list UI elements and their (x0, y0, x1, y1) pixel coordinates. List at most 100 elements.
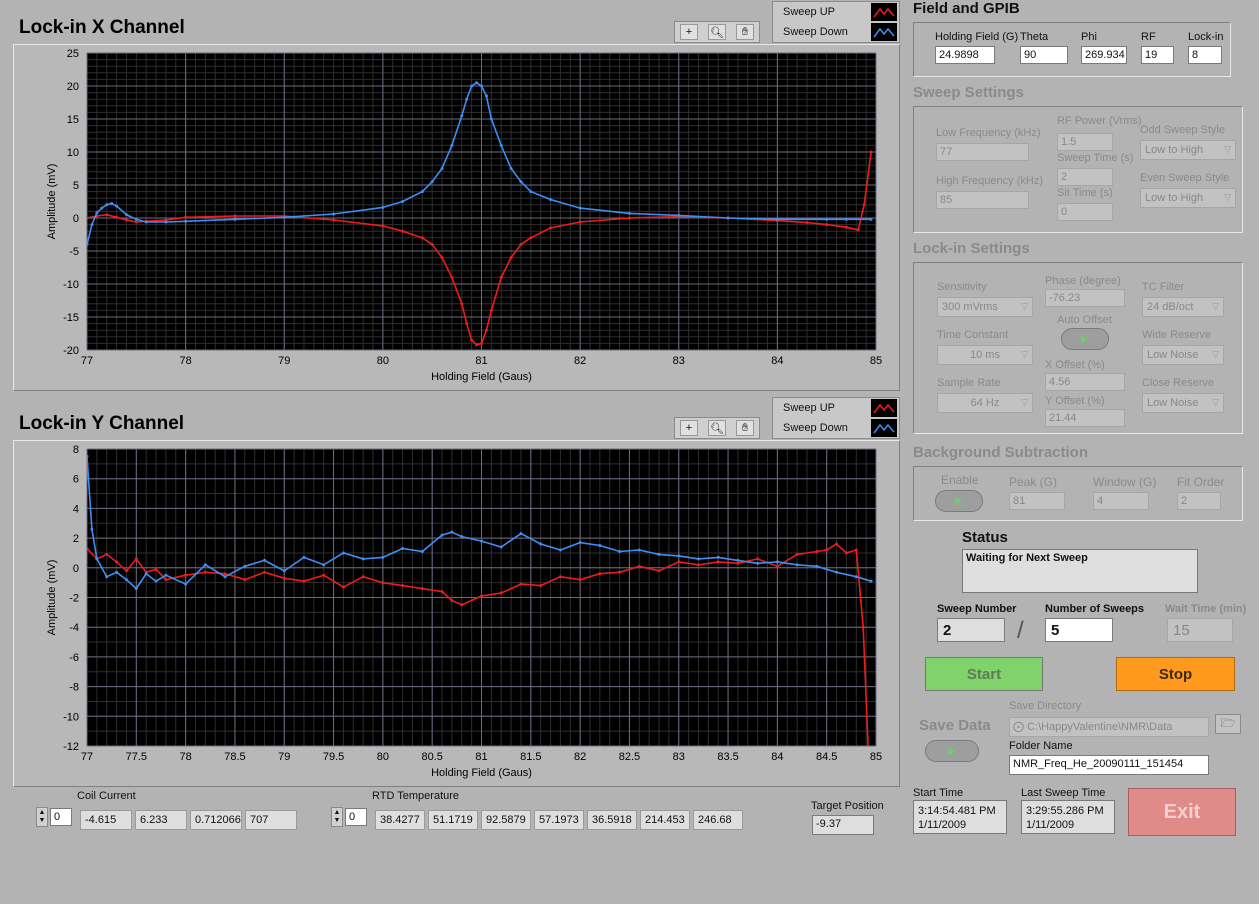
peak-label: Peak (G) (1009, 475, 1058, 489)
coil-index-value[interactable]: 0 (50, 808, 72, 826)
series-point (716, 560, 720, 564)
rtd-index[interactable]: ▲ ▼ 0 (331, 807, 367, 827)
window-input[interactable]: 4 (1093, 492, 1149, 510)
series-point (519, 532, 523, 536)
x-tick-label: 81.5 (520, 751, 541, 763)
start-button[interactable]: Start (925, 657, 1043, 691)
wait-time-input[interactable]: 15 (1167, 618, 1233, 642)
dropdown-arrow-icon: ▽ (1212, 349, 1219, 359)
wide-reserve-value: Low Noise (1147, 349, 1199, 361)
time-constant-select[interactable]: 10 ms ▽ (937, 345, 1033, 365)
series-point (696, 557, 700, 561)
wide-reserve-select[interactable]: Low Noise ▽ (1142, 345, 1224, 365)
crosshair-icon[interactable]: + (680, 24, 698, 40)
sweep-separator: / (1017, 617, 1024, 644)
series-point (598, 544, 602, 548)
sweep-time-input[interactable]: 2 (1057, 168, 1113, 186)
save-data-button[interactable]: ▶ (925, 740, 979, 762)
series-point (558, 575, 562, 579)
spin-arrows-icon[interactable]: ▲ ▼ (331, 807, 343, 827)
series-point (100, 206, 104, 210)
series-point (381, 581, 385, 585)
dropdown-arrow-icon: ▽ (1021, 349, 1028, 359)
save-directory-input[interactable]: ⨀ C:\HappyValentine\NMR\Data (1009, 717, 1209, 737)
series-point (420, 549, 424, 553)
exit-button[interactable]: Exit (1128, 788, 1236, 836)
series-point (825, 217, 829, 221)
zoom-icon[interactable]: 🔍︎ (708, 420, 726, 436)
series-point (677, 554, 681, 558)
series-point (795, 552, 799, 556)
series-point (124, 218, 128, 222)
coil-value: 0.712066 (190, 810, 242, 830)
series-point (203, 570, 207, 574)
even-sweep-style-select[interactable]: Low to High ▽ (1140, 188, 1236, 208)
auto-offset-button[interactable]: ▶ (1061, 328, 1109, 350)
y-tick-label: -20 (63, 345, 79, 357)
x-tick-label: 84 (771, 355, 783, 367)
y-offset-input[interactable]: 21.44 (1045, 409, 1125, 427)
series-point (184, 219, 188, 223)
rtd-value: 51.1719 (428, 810, 478, 830)
zoom-icon[interactable]: 🔍︎ (708, 24, 726, 40)
graph-x-chart[interactable]: 77 78 79 80 81 82 83 84 85 25 20 15 10 5 0 -5 -10 -15 -20 H… (14, 45, 901, 392)
coil-index[interactable]: ▲ ▼ 0 (36, 807, 72, 827)
series-point (134, 217, 138, 221)
x-tick-label: 83 (673, 355, 685, 367)
folder-name-input[interactable]: NMR_Freq_He_20090111_151454 (1009, 755, 1209, 775)
high-frequency-input[interactable]: 85 (936, 191, 1029, 209)
close-reserve-label: Close Reserve (1142, 377, 1215, 389)
dropdown-arrow-icon: ▽ (1212, 397, 1219, 407)
series-point (332, 218, 336, 222)
y-offset-label: Y Offset (%) (1045, 395, 1105, 407)
x-offset-label: X Offset (%) (1045, 359, 1105, 371)
series-point (203, 563, 207, 567)
y-tick-label: -10 (63, 711, 79, 723)
peak-input[interactable]: 81 (1009, 492, 1065, 510)
spin-arrows-icon[interactable]: ▲ ▼ (36, 807, 48, 827)
x-tick-label: 85 (870, 751, 882, 763)
x-tick-label: 82 (574, 355, 586, 367)
series-point (134, 220, 138, 224)
hand-icon[interactable]: ✋︎ (736, 420, 754, 436)
y-tick-label: -10 (63, 279, 79, 291)
series-point (440, 590, 444, 594)
enable-button[interactable]: ▶ (935, 490, 983, 512)
low-frequency-input[interactable]: 77 (936, 143, 1029, 161)
number-of-sweeps-input[interactable]: 5 (1045, 618, 1113, 642)
tc-filter-select[interactable]: 24 dB/oct ▽ (1142, 297, 1224, 317)
series-point (110, 201, 114, 205)
sensitivity-select[interactable]: 300 mVrms ▽ (937, 297, 1033, 317)
hand-icon[interactable]: ✋︎ (736, 24, 754, 40)
series-point (430, 242, 434, 246)
crosshair-icon[interactable]: + (680, 420, 698, 436)
fit-order-input[interactable]: 2 (1177, 492, 1221, 510)
x-tick-label: 83.5 (717, 751, 738, 763)
close-reserve-select[interactable]: Low Noise ▽ (1142, 393, 1224, 413)
rtd-index-value[interactable]: 0 (345, 808, 367, 826)
y-tick-label: 2 (73, 533, 79, 545)
stop-button[interactable]: Stop (1116, 657, 1235, 691)
graph-x-palette[interactable]: + 🔍︎ ✋︎ (674, 21, 760, 43)
rf-power-input[interactable]: 1.5 (1057, 133, 1113, 151)
series-point (549, 226, 553, 230)
sit-time-input[interactable]: 0 (1057, 203, 1113, 221)
series-point (184, 582, 188, 586)
number-of-sweeps-label: Number of Sweeps (1045, 603, 1145, 615)
series-point (450, 143, 454, 147)
low-frequency-label: Low Frequency (kHz) (936, 127, 1041, 139)
folder-browse-icon[interactable]: 🗁︎ (1215, 714, 1241, 734)
series-point (332, 212, 336, 216)
graph-y-legend: Sweep UP Sweep Down (772, 397, 900, 439)
series-point (696, 563, 700, 567)
graph-y-chart[interactable]: 77 77.5 78 78.5 79 79.5 80 80.5 81 81.5 82 82.5 83 83… (14, 441, 901, 788)
sample-rate-select[interactable]: 64 Hz ▽ (937, 393, 1033, 413)
phase-input[interactable]: -76.23 (1045, 289, 1125, 307)
series-point (144, 220, 148, 224)
last-sweep-time-clock: 3:29:55.286 PM (1026, 805, 1104, 817)
series-point (450, 275, 454, 279)
graph-y-palette[interactable]: + 🔍︎ ✋︎ (674, 417, 760, 439)
start-time-clock: 3:14:54.481 PM (918, 805, 996, 817)
x-offset-input[interactable]: 4.56 (1045, 373, 1125, 391)
odd-sweep-style-select[interactable]: Low to High ▽ (1140, 140, 1236, 160)
